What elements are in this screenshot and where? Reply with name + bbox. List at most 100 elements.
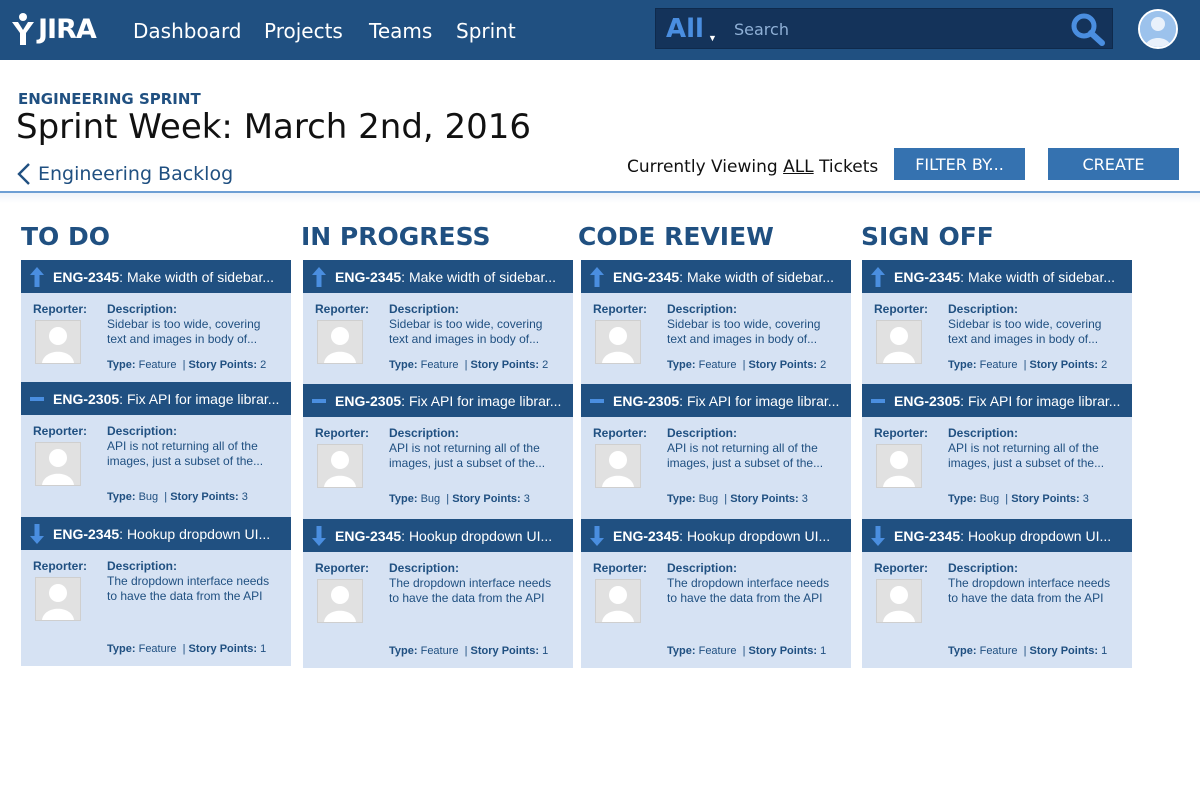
reporter-avatar: [317, 444, 363, 488]
issue-key[interactable]: ENG-2345: [335, 269, 401, 285]
story-points-value: 2: [542, 359, 549, 371]
user-avatar-icon: [1140, 11, 1176, 47]
search-scope-dropdown[interactable]: All: [666, 14, 704, 44]
issue-card-header[interactable]: ENG-2345: Make width of sidebar...: [862, 260, 1132, 293]
project-label: ENGINEERING SPRINT: [18, 90, 201, 108]
issue-key[interactable]: ENG-2345: [894, 269, 960, 285]
meta-separator: |: [1017, 645, 1030, 657]
issue-card-header[interactable]: ENG-2345: Hookup dropdown UI...: [303, 519, 573, 552]
issue-card-header[interactable]: ENG-2305: Fix API for image librar...: [303, 384, 573, 417]
reporter-avatar: [595, 444, 641, 488]
type-label: Type:: [948, 359, 977, 371]
issue-card-header[interactable]: ENG-2345: Hookup dropdown UI...: [862, 519, 1132, 552]
issue-key[interactable]: ENG-2345: [53, 269, 119, 285]
issue-card[interactable]: ENG-2345: Hookup dropdown UI... Reporter:…: [303, 519, 573, 668]
issue-card-header[interactable]: ENG-2305: Fix API for image librar...: [21, 382, 291, 415]
issue-card[interactable]: ENG-2305: Fix API for image librar... Rep…: [581, 384, 851, 519]
issue-card[interactable]: ENG-2345: Make width of sidebar... Report…: [581, 260, 851, 384]
issue-key-separator: :: [960, 527, 968, 544]
issue-card[interactable]: ENG-2305: Fix API for image librar... Rep…: [21, 382, 291, 517]
issue-key[interactable]: ENG-2305: [53, 391, 119, 407]
issue-card[interactable]: ENG-2345: Make width of sidebar... Report…: [862, 260, 1132, 384]
search-icon[interactable]: [1068, 11, 1108, 47]
issue-key[interactable]: ENG-2345: [53, 526, 119, 542]
issue-summary[interactable]: Make width of sidebar...: [127, 269, 274, 285]
viewing-filter-value[interactable]: ALL: [783, 157, 814, 177]
issue-card[interactable]: ENG-2345: Hookup dropdown UI... Reporter:…: [862, 519, 1132, 668]
nav-teams[interactable]: Teams: [369, 19, 432, 43]
arrow-down-icon: [871, 525, 885, 546]
issue-key[interactable]: ENG-2345: [894, 528, 960, 544]
issue-summary[interactable]: Make width of sidebar...: [687, 269, 834, 285]
type-label: Type:: [107, 643, 136, 655]
issue-card[interactable]: ENG-2305: Fix API for image librar... Rep…: [862, 384, 1132, 519]
issue-card[interactable]: ENG-2345: Make width of sidebar... Report…: [21, 260, 291, 382]
nav-projects[interactable]: Projects: [264, 19, 343, 43]
issue-card-header[interactable]: ENG-2305: Fix API for image librar...: [862, 384, 1132, 417]
issue-key-separator: :: [679, 527, 687, 544]
issue-card-header[interactable]: ENG-2345: Hookup dropdown UI...: [581, 519, 851, 552]
issue-card[interactable]: ENG-2305: Fix API for image librar... Rep…: [303, 384, 573, 519]
nav-sprint[interactable]: Sprint: [456, 19, 516, 43]
viewing-suffix: Tickets: [819, 157, 879, 177]
issue-key[interactable]: ENG-2305: [335, 393, 401, 409]
issue-card[interactable]: ENG-2345: Hookup dropdown UI... Reporter:…: [581, 519, 851, 668]
issue-key-separator: :: [960, 392, 968, 409]
search-input[interactable]: [734, 15, 1054, 43]
issue-description: API is not returning all of the images, …: [667, 441, 824, 470]
issue-summary[interactable]: Fix API for image librar...: [127, 391, 280, 407]
reporter-avatar: [876, 579, 922, 623]
issue-card[interactable]: ENG-2345: Make width of sidebar... Report…: [303, 260, 573, 384]
issue-summary[interactable]: Hookup dropdown UI...: [127, 526, 270, 542]
jira-logo[interactable]: JIRA: [8, 12, 97, 46]
issue-summary[interactable]: Fix API for image librar...: [968, 393, 1121, 409]
board-column: ENG-2345: Make width of sidebar... Report…: [21, 260, 291, 666]
issue-key-separator: :: [401, 268, 409, 285]
issue-key-separator: :: [119, 390, 127, 407]
caret-down-icon[interactable]: ▼: [708, 33, 717, 43]
reporter-avatar: [595, 579, 641, 623]
story-points-label: Story Points:: [1029, 359, 1098, 371]
issue-key[interactable]: ENG-2345: [613, 269, 679, 285]
issue-summary[interactable]: Fix API for image librar...: [409, 393, 562, 409]
issue-key[interactable]: ENG-2345: [335, 528, 401, 544]
viewing-status: Currently Viewing ALL Tickets: [627, 157, 878, 177]
issue-key[interactable]: ENG-2345: [613, 528, 679, 544]
issue-card[interactable]: ENG-2345: Hookup dropdown UI... Reporter:…: [21, 517, 291, 666]
issue-card-header[interactable]: ENG-2345: Make width of sidebar...: [21, 260, 291, 293]
column-title: CODE REVIEW: [578, 222, 774, 251]
issue-summary[interactable]: Hookup dropdown UI...: [968, 528, 1111, 544]
issue-card-header[interactable]: ENG-2345: Hookup dropdown UI...: [21, 517, 291, 550]
story-points-label: Story Points:: [1011, 493, 1080, 505]
issue-card-header[interactable]: ENG-2345: Make width of sidebar...: [581, 260, 851, 293]
filter-by-button[interactable]: FILTER BY...: [894, 148, 1025, 180]
story-points-label: Story Points:: [188, 643, 257, 655]
issue-card-header[interactable]: ENG-2345: Make width of sidebar...: [303, 260, 573, 293]
description-label: Description:: [389, 561, 460, 575]
breadcrumb-back-link[interactable]: Engineering Backlog: [16, 160, 233, 188]
issue-key[interactable]: ENG-2305: [894, 393, 960, 409]
story-points-value: 2: [820, 359, 827, 371]
minus-icon: [312, 398, 326, 403]
issue-summary[interactable]: Fix API for image librar...: [687, 393, 840, 409]
issue-card-header[interactable]: ENG-2305: Fix API for image librar...: [581, 384, 851, 417]
issue-key-separator: :: [401, 527, 409, 544]
issue-summary[interactable]: Make width of sidebar...: [409, 269, 556, 285]
issue-key[interactable]: ENG-2305: [613, 393, 679, 409]
user-avatar[interactable]: [1138, 9, 1178, 49]
issue-description: The dropdown interface needs to have the…: [389, 576, 552, 605]
meta-separator: |: [736, 645, 749, 657]
create-button[interactable]: CREATE: [1048, 148, 1179, 180]
description-label: Description:: [389, 426, 460, 440]
meta-separator: |: [458, 645, 471, 657]
issue-key-separator: :: [119, 525, 127, 542]
type-label: Type:: [948, 493, 977, 505]
top-navigation-bar: JIRA Dashboard Projects Teams Sprint All…: [0, 0, 1200, 60]
issue-key-separator: :: [401, 392, 409, 409]
user-placeholder-icon: [324, 451, 356, 487]
nav-dashboard[interactable]: Dashboard: [133, 19, 242, 43]
issue-meta: Type: Bug | Story Points: 3: [667, 493, 808, 505]
issue-summary[interactable]: Make width of sidebar...: [968, 269, 1115, 285]
issue-summary[interactable]: Hookup dropdown UI...: [687, 528, 830, 544]
issue-summary[interactable]: Hookup dropdown UI...: [409, 528, 552, 544]
